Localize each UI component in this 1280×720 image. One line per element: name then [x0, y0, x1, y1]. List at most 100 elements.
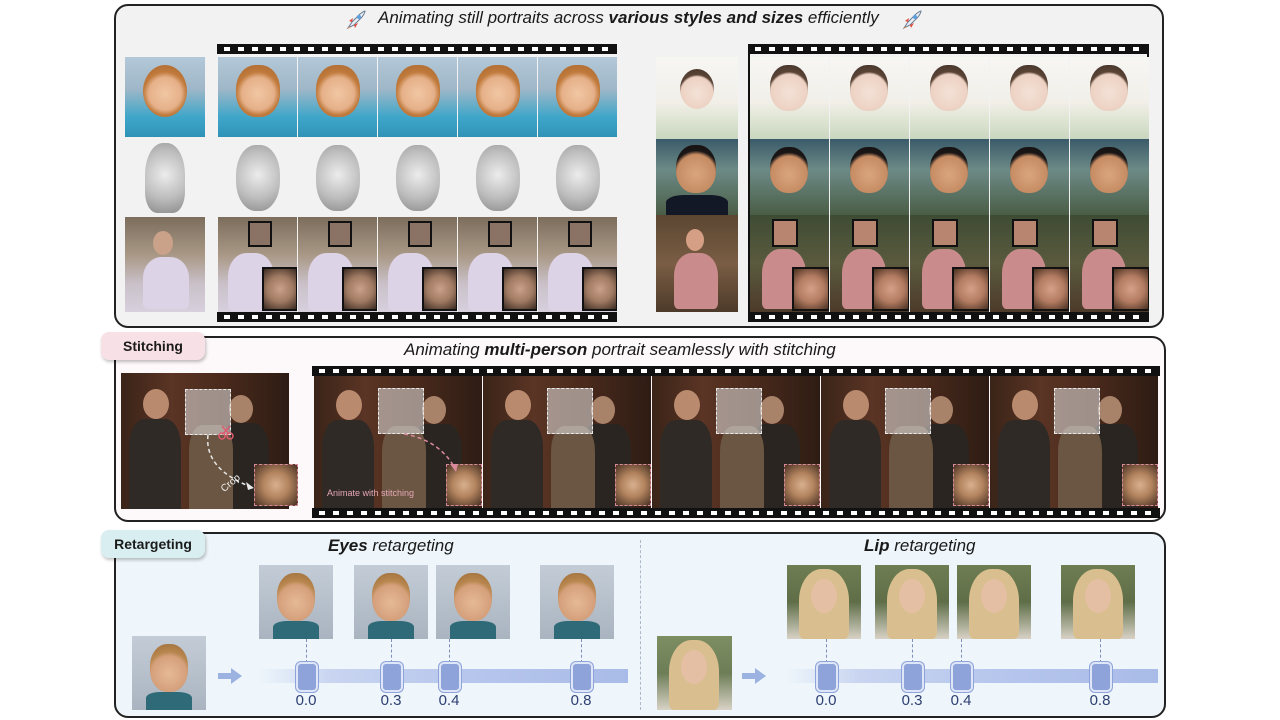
eyes-slider-handle[interactable]	[381, 662, 403, 692]
animated-frame-man	[830, 139, 909, 215]
eyes-retargeting-title: Eyes retargeting	[328, 536, 454, 556]
face	[930, 65, 968, 111]
top-title-post: efficiently	[803, 8, 879, 27]
animated-frame-man	[990, 139, 1069, 215]
face	[1090, 147, 1128, 193]
lip-retarget-image	[957, 565, 1031, 639]
zoom-inset	[1032, 267, 1069, 311]
stitch-region	[885, 388, 931, 434]
eyes-retarget-image	[259, 565, 333, 639]
face	[396, 65, 440, 117]
cartoon-face	[454, 573, 492, 621]
lip-slider-value: 0.3	[901, 692, 923, 709]
face	[476, 65, 520, 117]
eyes-slider-handle[interactable]	[571, 662, 593, 692]
animated-frame-statue	[378, 137, 457, 217]
slider-connector	[961, 639, 962, 663]
lip-slider-handle[interactable]	[902, 662, 924, 692]
eyes-source-cartoon-boy	[132, 636, 206, 710]
face	[770, 147, 808, 193]
source-lady-painting	[125, 217, 205, 312]
stitch-region	[716, 388, 762, 434]
source-man-photo	[656, 139, 738, 215]
source-anime-girl	[656, 57, 738, 139]
face	[236, 65, 280, 117]
animated-frame-lady	[458, 217, 537, 312]
animated-frame-pink-lady	[910, 215, 989, 312]
retargeting-tag: Retargeting	[101, 530, 205, 558]
retarget-divider	[640, 540, 641, 710]
person-right-head	[422, 396, 446, 424]
person-center-body	[1058, 426, 1102, 508]
eyes-slider-handle[interactable]	[296, 662, 318, 692]
crop-box	[932, 219, 958, 247]
film-perforation	[219, 312, 615, 322]
animated-face-inset	[615, 464, 651, 506]
source-pink-lady-painting	[656, 215, 738, 312]
lip-slider-handle[interactable]	[1090, 662, 1112, 692]
stitching-tag: Stitching	[101, 332, 205, 360]
stitching-title-post: portrait seamlessly with stitching	[587, 340, 836, 359]
person-center-body	[889, 426, 933, 508]
crop-box	[408, 221, 432, 247]
person-right-head	[1098, 396, 1122, 424]
cartoon-face	[277, 573, 315, 621]
slider-connector	[1100, 639, 1101, 663]
top-title-pre: Animating still portraits across	[378, 8, 609, 27]
face	[316, 65, 360, 117]
lip-title-rest: retargeting	[889, 536, 976, 555]
animated-frame-child	[378, 57, 457, 137]
animated-frame-child	[298, 57, 377, 137]
film-perforation	[219, 44, 615, 54]
face	[850, 65, 888, 111]
animated-frame-pink-lady	[990, 215, 1069, 312]
lip-retarget-image	[875, 565, 949, 639]
person-left-head	[1012, 390, 1038, 420]
crop-box	[1012, 219, 1038, 247]
person-right-head	[929, 396, 953, 424]
cartoon-shirt	[273, 621, 319, 639]
film-perforation	[750, 44, 1147, 54]
eyes-title-rest: retargeting	[367, 536, 454, 555]
stitch-region	[547, 388, 593, 434]
lip-retargeting-title: Lip retargeting	[864, 536, 976, 556]
cartoon-shirt	[450, 621, 496, 639]
zoom-inset	[872, 267, 909, 311]
stitched-group-frame	[990, 376, 1158, 508]
zoom-inset	[262, 267, 297, 311]
stitching-title: Animating multi-person portrait seamless…	[404, 340, 836, 360]
zoom-inset	[952, 267, 989, 311]
slider-connector	[391, 639, 392, 663]
crop-box	[248, 221, 272, 247]
stitched-group-frame	[652, 376, 820, 508]
animated-frame-statue	[458, 137, 537, 217]
face	[396, 145, 440, 211]
stitched-group-frame	[821, 376, 989, 508]
stitch-region	[378, 388, 424, 434]
face	[850, 147, 888, 193]
animated-frame-anime-girl	[990, 57, 1069, 139]
animated-frame-man	[1070, 139, 1149, 215]
animated-face-inset	[784, 464, 820, 506]
lip-slider-handle[interactable]	[816, 662, 838, 692]
face	[930, 147, 968, 193]
person-left-head	[843, 390, 869, 420]
eyes-title-bold: Eyes	[328, 536, 368, 555]
lip-source-woman	[657, 636, 732, 710]
animated-frame-anime-girl	[750, 57, 829, 139]
face	[770, 65, 808, 111]
lip-slider-value: 0.0	[815, 692, 837, 709]
eyes-slider-handle[interactable]	[439, 662, 461, 692]
animated-face-inset	[1122, 464, 1158, 506]
animated-frame-child	[218, 57, 297, 137]
animated-frame-pink-lady	[830, 215, 909, 312]
animated-frame-pink-lady	[750, 215, 829, 312]
animated-frame-anime-girl	[1070, 57, 1149, 139]
lip-retarget-image	[787, 565, 861, 639]
source-statue	[125, 137, 205, 217]
lip-slider-handle[interactable]	[951, 662, 973, 692]
top-title: Animating still portraits across various…	[378, 8, 879, 28]
zoom-inset	[1112, 267, 1149, 311]
slider-connector	[912, 639, 913, 663]
face	[556, 65, 600, 117]
